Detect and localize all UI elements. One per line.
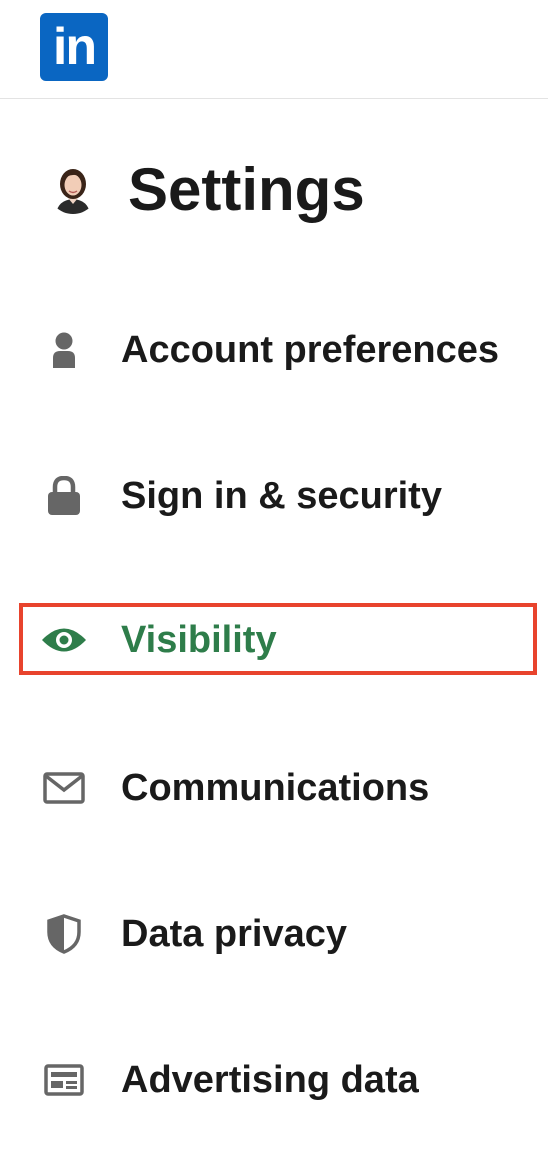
nav-item-visibility[interactable]: Visibility (0, 610, 548, 670)
nav-item-communications[interactable]: Communications (0, 758, 548, 818)
linkedin-logo-icon[interactable]: in (40, 13, 108, 81)
nav-item-label: Advertising data (121, 1059, 419, 1101)
nav-item-data-privacy[interactable]: Data privacy (0, 904, 548, 964)
shield-icon (40, 912, 88, 956)
nav-item-label: Account preferences (121, 329, 500, 371)
nav-item-label: Sign in & security (121, 475, 442, 517)
person-icon (40, 328, 88, 372)
nav-item-advertising-data[interactable]: Advertising data (0, 1050, 548, 1110)
lock-icon (40, 474, 88, 518)
avatar[interactable] (48, 164, 98, 214)
page-title: Settings (128, 156, 365, 223)
nav-item-label: Communications (121, 767, 430, 809)
nav-item-sign-in-security[interactable]: Sign in & security (0, 466, 548, 526)
ad-card-icon (40, 1058, 88, 1102)
nav-item-label: Visibility (121, 619, 277, 661)
eye-icon (40, 618, 88, 662)
settings-header: Settings (0, 140, 548, 240)
envelope-icon (40, 766, 88, 810)
nav-item-account-preferences[interactable]: Account preferences (0, 320, 548, 380)
top-bar: in (0, 0, 548, 99)
nav-item-label: Data privacy (121, 913, 348, 955)
